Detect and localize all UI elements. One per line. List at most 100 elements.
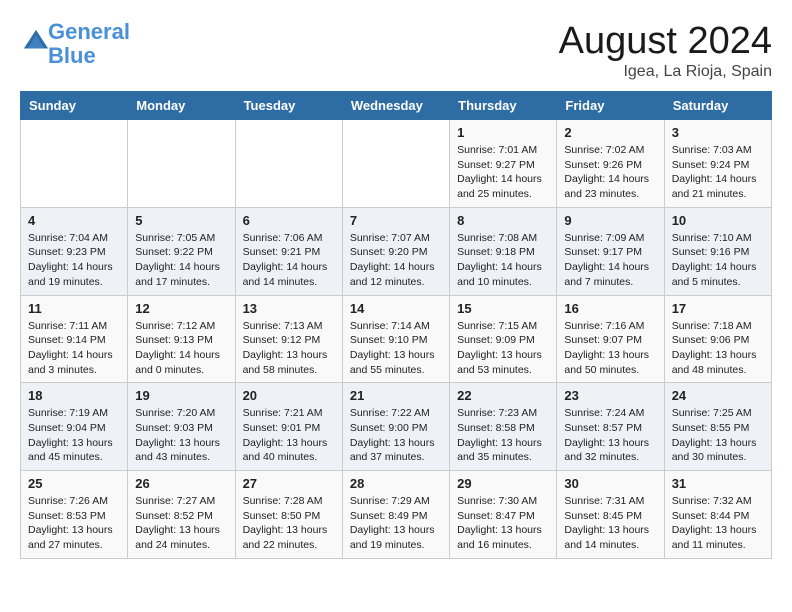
- day-number: 18: [28, 388, 120, 403]
- calendar-cell: 13Sunrise: 7:13 AM Sunset: 9:12 PM Dayli…: [235, 295, 342, 383]
- calendar-cell: 17Sunrise: 7:18 AM Sunset: 9:06 PM Dayli…: [664, 295, 771, 383]
- day-number: 7: [350, 213, 442, 228]
- day-info: Sunrise: 7:15 AM Sunset: 9:09 PM Dayligh…: [457, 319, 549, 378]
- calendar-cell: 19 Sunrise: 7:20 AM Sunset: 9:03 PM Dayli…: [128, 383, 235, 471]
- day-info: Sunrise: 7:23 AM Sunset: 8:58 PM Dayligh…: [457, 406, 549, 465]
- day-info: Sunrise: 7:28 AM Sunset: 8:50 PM Dayligh…: [243, 494, 335, 553]
- day-info: Sunrise: 7:32 AM Sunset: 8:44 PM Dayligh…: [672, 494, 764, 553]
- day-info: Sunrise: 7:25 AM Sunset: 8:55 PM Dayligh…: [672, 406, 764, 465]
- calendar-cell: 25Sunrise: 7:26 AM Sunset: 8:53 PM Dayli…: [21, 471, 128, 559]
- day-number: 8: [457, 213, 549, 228]
- calendar-cell: 11 Sunrise: 7:11 AM Sunset: 9:14 PM Dayli…: [21, 295, 128, 383]
- day-info: Sunrise: 7:04 AM Sunset: 9:23 PM Dayligh…: [28, 231, 120, 290]
- calendar-cell: 14 Sunrise: 7:14 AM Sunset: 9:10 PM Dayli…: [342, 295, 449, 383]
- day-number: 14: [350, 301, 442, 316]
- day-number: 3: [672, 125, 764, 140]
- day-info: Sunrise: 7:21 AM Sunset: 9:01 PM Dayligh…: [243, 406, 335, 465]
- day-info: Sunrise: 7:27 AM Sunset: 8:52 PM Dayligh…: [135, 494, 227, 553]
- calendar-cell: 21Sunrise: 7:22 AM Sunset: 9:00 PM Dayli…: [342, 383, 449, 471]
- day-number: 27: [243, 476, 335, 491]
- day-number: 10: [672, 213, 764, 228]
- day-info: Sunrise: 7:19 AM Sunset: 9:04 PM Dayligh…: [28, 406, 120, 465]
- day-info: Sunrise: 7:26 AM Sunset: 8:53 PM Dayligh…: [28, 494, 120, 553]
- day-info: Sunrise: 7:31 AM Sunset: 8:45 PM Dayligh…: [564, 494, 656, 553]
- calendar-week: 1Sunrise: 7:01 AM Sunset: 9:27 PM Daylig…: [21, 120, 772, 208]
- day-info: Sunrise: 7:11 AM Sunset: 9:14 PM Dayligh…: [28, 319, 120, 378]
- calendar-cell: 3 Sunrise: 7:03 AM Sunset: 9:24 PM Daylig…: [664, 120, 771, 208]
- day-info: Sunrise: 7:10 AM Sunset: 9:16 PM Dayligh…: [672, 231, 764, 290]
- calendar-cell: 27 Sunrise: 7:28 AM Sunset: 8:50 PM Dayli…: [235, 471, 342, 559]
- calendar-cell: 28Sunrise: 7:29 AM Sunset: 8:49 PM Dayli…: [342, 471, 449, 559]
- calendar-cell: [342, 120, 449, 208]
- calendar-cell: 1Sunrise: 7:01 AM Sunset: 9:27 PM Daylig…: [450, 120, 557, 208]
- weekday-header: Wednesday: [342, 92, 449, 120]
- logo: General Blue: [20, 20, 130, 68]
- header-row: SundayMondayTuesdayWednesdayThursdayFrid…: [21, 92, 772, 120]
- logo-line2: Blue: [48, 43, 96, 68]
- weekday-header: Saturday: [664, 92, 771, 120]
- day-info: Sunrise: 7:13 AM Sunset: 9:12 PM Dayligh…: [243, 319, 335, 378]
- day-number: 23: [564, 388, 656, 403]
- day-number: 31: [672, 476, 764, 491]
- weekday-header: Friday: [557, 92, 664, 120]
- day-number: 6: [243, 213, 335, 228]
- calendar-header: SundayMondayTuesdayWednesdayThursdayFrid…: [21, 92, 772, 120]
- calendar-cell: 8 Sunrise: 7:08 AM Sunset: 9:18 PM Daylig…: [450, 207, 557, 295]
- calendar-cell: 9Sunrise: 7:09 AM Sunset: 9:17 PM Daylig…: [557, 207, 664, 295]
- day-info: Sunrise: 7:14 AM Sunset: 9:10 PM Dayligh…: [350, 319, 442, 378]
- day-info: Sunrise: 7:02 AM Sunset: 9:26 PM Dayligh…: [564, 143, 656, 202]
- day-info: Sunrise: 7:22 AM Sunset: 9:00 PM Dayligh…: [350, 406, 442, 465]
- title-block: August 2024 Igea, La Rioja, Spain: [559, 20, 772, 81]
- calendar-cell: 18 Sunrise: 7:19 AM Sunset: 9:04 PM Dayli…: [21, 383, 128, 471]
- day-info: Sunrise: 7:03 AM Sunset: 9:24 PM Dayligh…: [672, 143, 764, 202]
- day-number: 29: [457, 476, 549, 491]
- day-info: Sunrise: 7:06 AM Sunset: 9:21 PM Dayligh…: [243, 231, 335, 290]
- day-info: Sunrise: 7:16 AM Sunset: 9:07 PM Dayligh…: [564, 319, 656, 378]
- logo-line1: General: [48, 19, 130, 44]
- day-info: Sunrise: 7:18 AM Sunset: 9:06 PM Dayligh…: [672, 319, 764, 378]
- calendar-cell: 30Sunrise: 7:31 AM Sunset: 8:45 PM Dayli…: [557, 471, 664, 559]
- day-number: 20: [243, 388, 335, 403]
- calendar-cell: [235, 120, 342, 208]
- logo-text: General Blue: [48, 20, 130, 68]
- day-info: Sunrise: 7:30 AM Sunset: 8:47 PM Dayligh…: [457, 494, 549, 553]
- calendar-cell: 22 Sunrise: 7:23 AM Sunset: 8:58 PM Dayli…: [450, 383, 557, 471]
- calendar-week: 11 Sunrise: 7:11 AM Sunset: 9:14 PM Dayli…: [21, 295, 772, 383]
- day-number: 2: [564, 125, 656, 140]
- calendar-cell: 6 Sunrise: 7:06 AM Sunset: 9:21 PM Daylig…: [235, 207, 342, 295]
- day-number: 4: [28, 213, 120, 228]
- calendar-cell: 24 Sunrise: 7:25 AM Sunset: 8:55 PM Dayli…: [664, 383, 771, 471]
- day-info: Sunrise: 7:20 AM Sunset: 9:03 PM Dayligh…: [135, 406, 227, 465]
- day-number: 24: [672, 388, 764, 403]
- day-info: Sunrise: 7:24 AM Sunset: 8:57 PM Dayligh…: [564, 406, 656, 465]
- weekday-header: Sunday: [21, 92, 128, 120]
- calendar-cell: [21, 120, 128, 208]
- calendar-cell: 16Sunrise: 7:16 AM Sunset: 9:07 PM Dayli…: [557, 295, 664, 383]
- calendar-cell: 23 Sunrise: 7:24 AM Sunset: 8:57 PM Dayli…: [557, 383, 664, 471]
- calendar-body: 1Sunrise: 7:01 AM Sunset: 9:27 PM Daylig…: [21, 120, 772, 559]
- calendar-cell: 12Sunrise: 7:12 AM Sunset: 9:13 PM Dayli…: [128, 295, 235, 383]
- day-number: 26: [135, 476, 227, 491]
- day-number: 22: [457, 388, 549, 403]
- day-info: Sunrise: 7:01 AM Sunset: 9:27 PM Dayligh…: [457, 143, 549, 202]
- calendar-cell: [128, 120, 235, 208]
- weekday-header: Thursday: [450, 92, 557, 120]
- calendar-cell: 7Sunrise: 7:07 AM Sunset: 9:20 PM Daylig…: [342, 207, 449, 295]
- day-info: Sunrise: 7:09 AM Sunset: 9:17 PM Dayligh…: [564, 231, 656, 290]
- calendar-cell: 31 Sunrise: 7:32 AM Sunset: 8:44 PM Dayli…: [664, 471, 771, 559]
- day-number: 11: [28, 301, 120, 316]
- calendar-cell: 4 Sunrise: 7:04 AM Sunset: 9:23 PM Daylig…: [21, 207, 128, 295]
- day-info: Sunrise: 7:08 AM Sunset: 9:18 PM Dayligh…: [457, 231, 549, 290]
- logo-icon: [22, 28, 50, 56]
- calendar-week: 4 Sunrise: 7:04 AM Sunset: 9:23 PM Daylig…: [21, 207, 772, 295]
- calendar-cell: 5 Sunrise: 7:05 AM Sunset: 9:22 PM Daylig…: [128, 207, 235, 295]
- calendar-cell: 20 Sunrise: 7:21 AM Sunset: 9:01 PM Dayli…: [235, 383, 342, 471]
- calendar-cell: 29 Sunrise: 7:30 AM Sunset: 8:47 PM Dayli…: [450, 471, 557, 559]
- day-number: 5: [135, 213, 227, 228]
- calendar-week: 25Sunrise: 7:26 AM Sunset: 8:53 PM Dayli…: [21, 471, 772, 559]
- day-info: Sunrise: 7:05 AM Sunset: 9:22 PM Dayligh…: [135, 231, 227, 290]
- day-number: 15: [457, 301, 549, 316]
- day-number: 19: [135, 388, 227, 403]
- month-title: August 2024: [559, 20, 772, 63]
- day-info: Sunrise: 7:12 AM Sunset: 9:13 PM Dayligh…: [135, 319, 227, 378]
